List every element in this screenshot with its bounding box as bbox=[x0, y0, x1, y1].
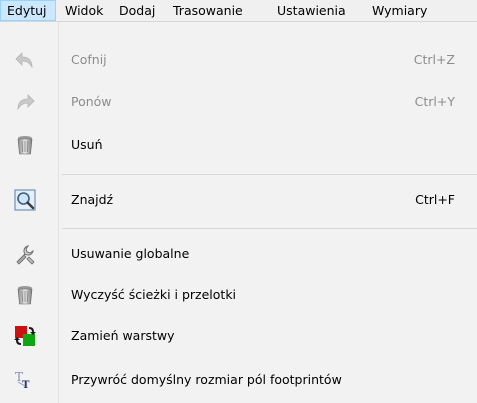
menu-ustawienia[interactable]: Ustawienia bbox=[275, 0, 365, 21]
menu-item-swap-layers[interactable]: Zamień warstwy bbox=[0, 319, 477, 353]
text-size-icon: T T bbox=[14, 369, 36, 391]
menu-item-label: Zamień warstwy bbox=[71, 328, 175, 343]
menu-item-label: Usuń bbox=[71, 137, 103, 152]
undo-icon bbox=[14, 49, 36, 71]
menu-item-shortcut: Ctrl+F bbox=[415, 192, 455, 207]
menu-item-find[interactable]: Znajdź Ctrl+F bbox=[0, 183, 477, 217]
menu-item-clean-tracks[interactable]: Wyczyść ścieżki i przelotki bbox=[0, 278, 477, 312]
menu-item-undo[interactable]: Cofnij Ctrl+Z bbox=[0, 43, 477, 77]
app-window: Edytuj Widok Dodaj Trasowanie Ustawienia… bbox=[0, 0, 477, 403]
menu-item-label: Znajdź bbox=[71, 192, 114, 207]
menu-separator bbox=[62, 228, 477, 229]
menu-item-redo[interactable]: Ponów Ctrl+Y bbox=[0, 85, 477, 119]
swap-layers-icon bbox=[14, 325, 36, 347]
menu-item-shortcut: Ctrl+Y bbox=[414, 94, 455, 109]
svg-text:T: T bbox=[22, 380, 30, 391]
trash-icon bbox=[14, 284, 36, 306]
menu-bar: Edytuj Widok Dodaj Trasowanie Ustawienia… bbox=[0, 0, 477, 22]
menu-trasowanie[interactable]: Trasowanie bbox=[171, 0, 271, 21]
menu-item-reset-pad-size[interactable]: T T Przywróć domyślny rozmiar pól footpr… bbox=[0, 363, 477, 397]
trash-icon bbox=[14, 134, 36, 156]
menu-item-shortcut: Ctrl+Z bbox=[413, 52, 455, 67]
menu-separator bbox=[62, 174, 477, 175]
menu-wymiary[interactable]: Wymiary bbox=[370, 0, 477, 21]
menu-item-label: Ponów bbox=[71, 94, 112, 109]
menu-widok[interactable]: Widok bbox=[63, 0, 113, 21]
magnifier-icon bbox=[14, 189, 36, 211]
menu-item-label: Wyczyść ścieżki i przelotki bbox=[71, 287, 237, 302]
edit-dropdown-menu: Cofnij Ctrl+Z Ponów Ctrl+Y Usuń Znajdź C… bbox=[0, 22, 477, 403]
menu-item-label: Przywróć domyślny rozmiar pól footprintó… bbox=[71, 372, 342, 387]
menu-item-delete[interactable]: Usuń bbox=[0, 128, 477, 162]
redo-icon bbox=[14, 91, 36, 113]
menu-edytuj[interactable]: Edytuj bbox=[0, 0, 56, 21]
menu-dodaj[interactable]: Dodaj bbox=[117, 0, 167, 21]
menu-item-label: Usuwanie globalne bbox=[71, 246, 190, 261]
menu-item-global-delete[interactable]: Usuwanie globalne bbox=[0, 237, 477, 271]
menu-item-label: Cofnij bbox=[71, 52, 107, 67]
wrench-icon bbox=[14, 243, 36, 265]
